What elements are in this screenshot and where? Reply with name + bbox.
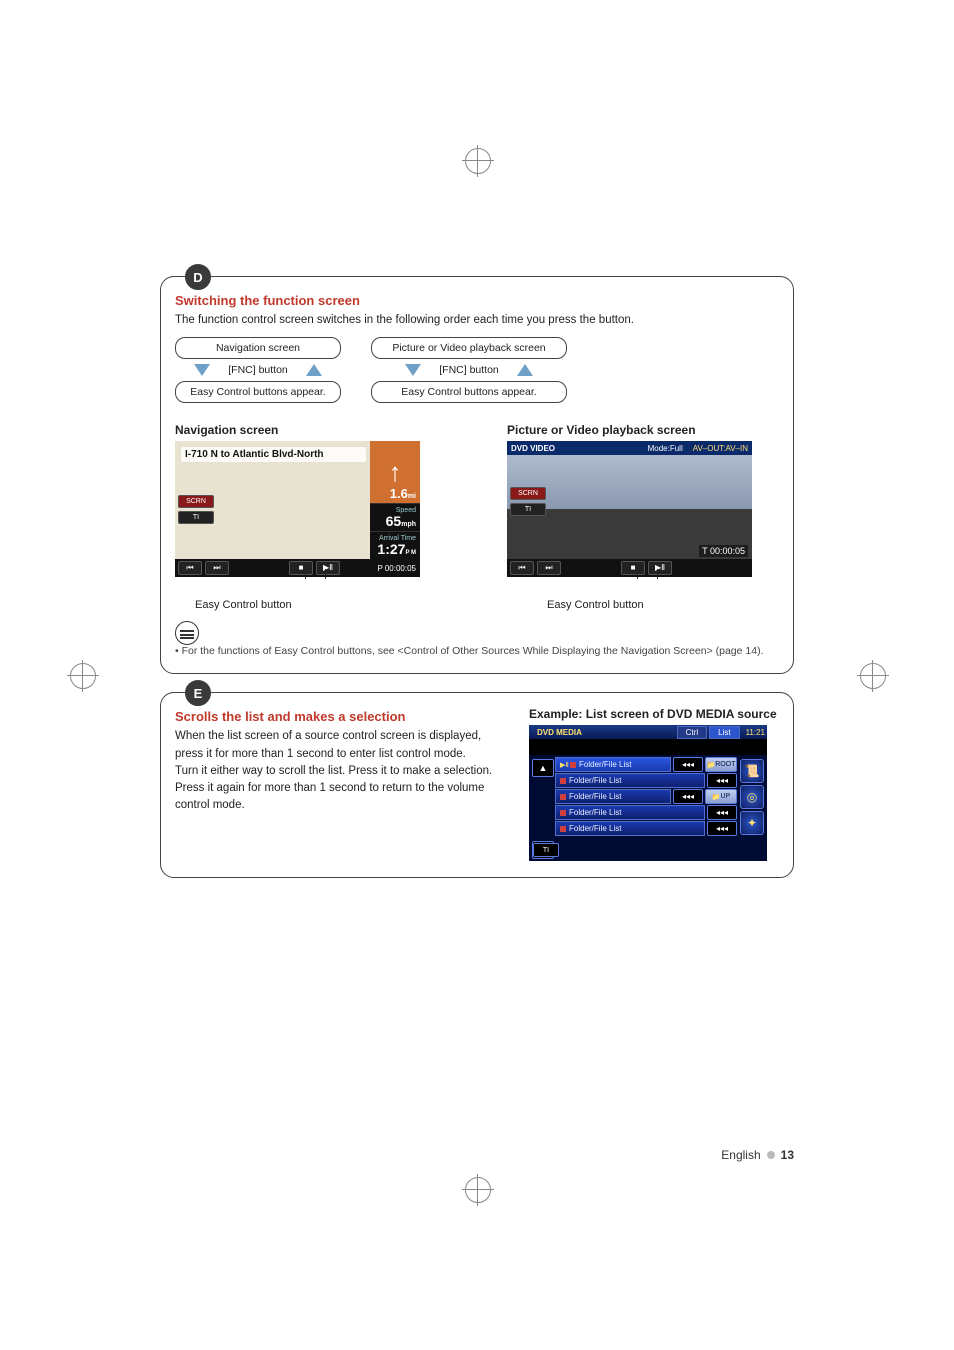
- nav-speed-unit: mph: [401, 521, 416, 528]
- play-pause-button[interactable]: ▶Ⅱ: [316, 561, 340, 575]
- list-item[interactable]: Folder/File List: [555, 805, 705, 820]
- flow-easy-control: Easy Control buttons appear.: [175, 381, 341, 403]
- list-item[interactable]: Folder/File List: [555, 773, 705, 788]
- list-source-title: DVD MEDIA: [531, 727, 588, 738]
- section-d-intro: The function control screen switches in …: [175, 312, 779, 329]
- nav-arrival: 1:27: [377, 541, 405, 557]
- rewind-button[interactable]: ◂◂◂: [707, 773, 737, 788]
- rewind-button[interactable]: ◂◂◂: [673, 789, 703, 804]
- prev-track-button[interactable]: ⏮: [510, 561, 534, 575]
- nav-route-title: I-710 N to Atlantic Blvd-North: [181, 447, 366, 462]
- arrow-down-icon: [405, 364, 421, 376]
- flow-nav-screen: Navigation screen: [175, 337, 341, 359]
- stop-button[interactable]: ■: [289, 561, 313, 575]
- rewind-button[interactable]: ◂◂◂: [673, 757, 703, 772]
- scrn-button[interactable]: SCRN: [510, 487, 546, 500]
- next-track-button[interactable]: ⏭: [205, 561, 229, 575]
- rewind-button[interactable]: ◂◂◂: [707, 821, 737, 836]
- section-letter-d: D: [185, 264, 211, 290]
- arrow-down-icon: [194, 364, 210, 376]
- video-mode: Mode:Full: [648, 444, 683, 453]
- list-up-button[interactable]: ▲: [532, 759, 554, 777]
- up-button[interactable]: 📁 UP: [705, 789, 737, 804]
- stop-button[interactable]: ■: [621, 561, 645, 575]
- section-e-title: Scrolls the list and makes a selection: [175, 709, 499, 724]
- prev-track-button[interactable]: ⏮: [178, 561, 202, 575]
- nav-arr-unit: P M: [405, 550, 416, 556]
- play-pause-button[interactable]: ▶Ⅱ: [648, 561, 672, 575]
- page-number: 13: [781, 1148, 794, 1162]
- arrow-up-icon: [306, 364, 322, 376]
- flow-video-screen: Picture or Video playback screen: [371, 337, 567, 359]
- arrow-up-icon: [517, 364, 533, 376]
- list-screen-mock: DVD MEDIA Ctrl List 11:21 ▲ ▼: [529, 725, 767, 861]
- ctrl-tab[interactable]: Ctrl: [677, 726, 707, 739]
- ti-button[interactable]: TI: [510, 503, 546, 516]
- video-screen-mock: DVD VIDEO Mode:Full AV–OUT:AV–IN SCRN TI…: [507, 441, 752, 577]
- rewind-button[interactable]: ◂◂◂: [707, 805, 737, 820]
- nav-screen-heading: Navigation screen: [175, 423, 447, 437]
- scroll-icon[interactable]: 📜: [740, 759, 764, 783]
- next-track-button[interactable]: ⏭: [537, 561, 561, 575]
- list-tab[interactable]: List: [709, 726, 739, 739]
- flow-diagram: Navigation screen [FNC] button Easy Cont…: [175, 337, 779, 403]
- section-d-title: Switching the function screen: [175, 293, 779, 308]
- fnc-button-label: [FNC] button: [439, 364, 499, 376]
- note-icon: [175, 621, 199, 645]
- footer-language: English: [721, 1148, 760, 1162]
- fnc-button-label: [FNC] button: [228, 364, 288, 376]
- example-heading: Example: List screen of DVD MEDIA source: [529, 707, 779, 721]
- nav-dist-unit: mi: [408, 493, 416, 500]
- list-item[interactable]: Folder/File List: [555, 821, 705, 836]
- section-d: D Switching the function screen The func…: [160, 276, 794, 674]
- scrn-button[interactable]: SCRN: [178, 495, 214, 508]
- navigation-screen-mock: I-710 N to Atlantic Blvd-North 1.6mi Spe…: [175, 441, 420, 577]
- nav-distance: 1.6: [390, 486, 408, 501]
- video-avout: AV–OUT:AV–IN: [693, 444, 748, 453]
- ti-button[interactable]: TI: [178, 511, 214, 524]
- section-e-body: When the list screen of a source control…: [175, 728, 499, 814]
- page-footer: English 13: [721, 1148, 794, 1162]
- video-time: T 00:00:05: [699, 545, 748, 557]
- video-source-title: DVD VIDEO: [511, 444, 555, 453]
- section-letter-e: E: [185, 680, 211, 706]
- section-e: E Scrolls the list and makes a selection…: [160, 692, 794, 878]
- crop-mark-right: [852, 660, 892, 690]
- easy-control-label: Easy Control button: [195, 599, 447, 611]
- disc-icon[interactable]: ◎: [740, 785, 764, 809]
- crop-mark-top: [457, 145, 497, 175]
- flow-right-column: Picture or Video playback screen [FNC] b…: [371, 337, 567, 403]
- nav-speed: 65: [386, 513, 402, 529]
- nav-direction-arrow: 1.6mi: [370, 441, 420, 503]
- ti-button[interactable]: TI: [533, 843, 559, 857]
- list-item[interactable]: ▶ⅡFolder/File List: [555, 757, 671, 772]
- root-button[interactable]: 📁 ROOT: [705, 757, 737, 772]
- crop-mark-bottom: [457, 1174, 497, 1204]
- flow-easy-control: Easy Control buttons appear.: [371, 381, 567, 403]
- crop-mark-left: [62, 660, 102, 690]
- footer-dot-icon: [767, 1151, 775, 1159]
- list-time: 11:21: [742, 728, 765, 737]
- video-screen-heading: Picture or Video playback screen: [507, 423, 779, 437]
- list-item[interactable]: Folder/File List: [555, 789, 671, 804]
- easy-control-label: Easy Control button: [547, 599, 779, 611]
- nav-play-time: P 00:00:05: [377, 564, 416, 573]
- flow-left-column: Navigation screen [FNC] button Easy Cont…: [175, 337, 341, 403]
- settings-icon[interactable]: ✦: [740, 811, 764, 835]
- note-text: • For the functions of Easy Control butt…: [175, 645, 779, 657]
